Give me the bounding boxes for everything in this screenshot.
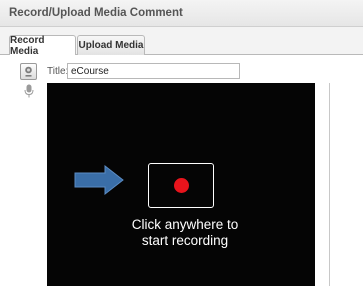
dialog-titlebar: Record/Upload Media Comment — [0, 0, 363, 27]
microphone-icon[interactable] — [24, 84, 34, 98]
dialog-title: Record/Upload Media Comment — [9, 7, 183, 19]
record-dot-icon — [174, 178, 189, 193]
title-input[interactable] — [67, 63, 240, 79]
tab-upload-media[interactable]: Upload Media — [77, 35, 145, 55]
record-prompt: Click anywhere to start recording — [110, 217, 260, 249]
tab-bar: Record Media Upload Media — [0, 27, 363, 57]
tab-record-media[interactable]: Record Media — [9, 35, 76, 57]
record-prompt-line-1: Click anywhere to — [131, 217, 239, 232]
webcam-button[interactable] — [20, 63, 37, 80]
arrow-right-icon — [74, 165, 124, 195]
record-button[interactable] — [148, 163, 214, 208]
recorder-side-strip — [315, 83, 330, 286]
title-label: Title: — [47, 66, 69, 77]
record-prompt-line-2: start recording — [141, 233, 229, 248]
webcam-icon — [25, 66, 32, 77]
